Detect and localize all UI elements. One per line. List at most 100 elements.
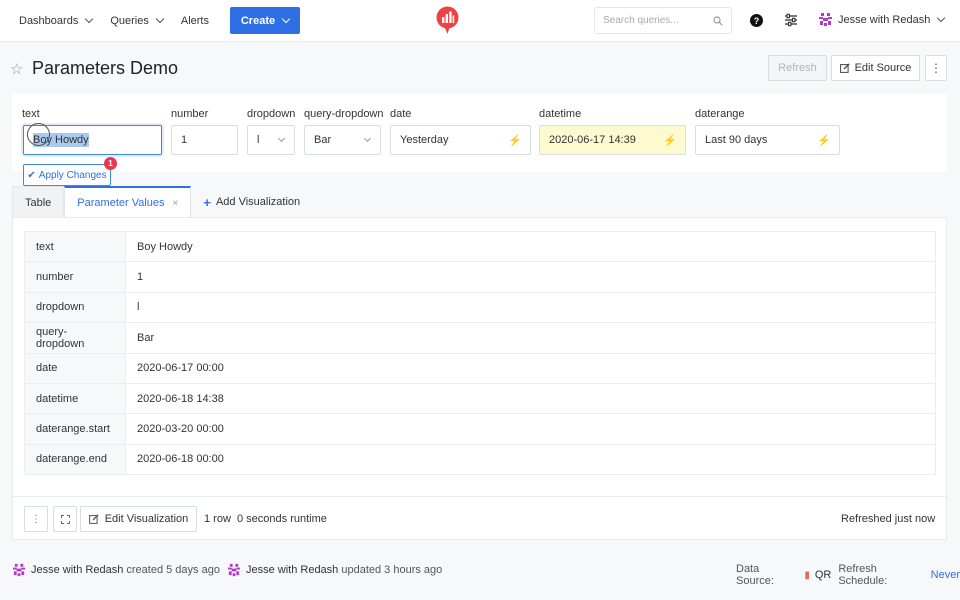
expand-icon — [60, 514, 70, 524]
table-row: dropdown l — [24, 291, 936, 324]
vertical-dots-icon: ⋮ — [930, 61, 942, 75]
edit-visualization-button[interactable]: Edit Visualization — [80, 506, 197, 532]
param-datetime-input[interactable]: 2020-06-17 14:39 ⚡ — [539, 125, 686, 155]
edit-icon — [88, 514, 99, 524]
search-icon[interactable] — [713, 15, 723, 26]
data-source-icon: ▮ — [804, 569, 810, 581]
created-time: created 5 days ago — [126, 564, 220, 576]
nav-queries[interactable]: Queries — [101, 0, 172, 42]
param-label-date: date — [390, 108, 412, 120]
table-row: text Boy Howdy — [24, 230, 936, 263]
row-key: daterange.end — [24, 443, 126, 476]
parameters-panel: text Boy Howdy number 1 dropdown l query… — [12, 94, 947, 186]
query-source-info: Data Source: ▮ QR Refresh Schedule: Neve… — [736, 563, 960, 587]
add-visualization-button[interactable]: + Add Visualization — [191, 186, 312, 218]
nav-dashboards-label: Dashboards — [19, 14, 79, 27]
row-value: Bar — [125, 322, 936, 354]
avatar — [818, 12, 833, 27]
row-value: Boy Howdy — [125, 230, 936, 263]
close-icon[interactable]: × — [173, 198, 179, 209]
runtime-info: 1 row 0 seconds runtime — [204, 513, 327, 525]
fullscreen-button[interactable] — [53, 506, 77, 532]
vertical-dots-icon: ⋮ — [31, 513, 41, 525]
row-key: date — [24, 352, 126, 384]
data-source-label: Data Source: — [736, 563, 774, 587]
row-value: 1 — [125, 261, 936, 293]
help-icon[interactable]: ? — [750, 14, 763, 27]
row-value: 2020-06-18 14:38 — [125, 382, 936, 415]
param-label-number: number — [171, 108, 209, 120]
user-menu[interactable]: Jesse with Redash — [818, 12, 946, 27]
edit-source-label: Edit Source — [854, 62, 912, 74]
param-label-query-dropdown: query-dropdown — [304, 108, 384, 120]
chevron-down-icon — [281, 14, 291, 24]
row-key: daterange.start — [24, 413, 126, 445]
top-navbar: Dashboards Queries Alerts Create — [0, 0, 960, 42]
edit-visualization-label: Edit Visualization — [104, 513, 189, 525]
edit-icon — [839, 63, 850, 73]
table-row: number 1 — [24, 261, 936, 293]
chevron-down-icon — [85, 14, 94, 24]
edit-source-button[interactable]: Edit Source — [831, 55, 920, 81]
results-footer: ⋮ Edit Visualization 1 row 0 seconds run… — [13, 496, 946, 540]
param-query-dropdown-select[interactable]: Bar — [304, 125, 381, 155]
tab-parameter-values[interactable]: Parameter Values × — [64, 186, 192, 218]
changes-count-badge: 1 — [104, 157, 117, 170]
chevron-down-icon — [155, 14, 165, 24]
create-label: Create — [240, 14, 276, 27]
tab-parameter-values-label: Parameter Values — [77, 197, 165, 209]
plus-icon: + — [203, 194, 211, 210]
nav-alerts[interactable]: Alerts — [172, 0, 218, 42]
mouse-cursor-icon — [27, 123, 50, 146]
updater-name: Jesse with Redash — [245, 564, 339, 576]
dynamic-value-icon[interactable]: ⚡ — [663, 134, 677, 147]
chevron-down-icon — [363, 134, 372, 143]
table-row: daterange.end 2020-06-18 00:00 — [24, 443, 936, 476]
more-options-button[interactable]: ⋮ — [925, 55, 947, 81]
param-daterange-value: Last 90 days — [705, 134, 768, 146]
create-button[interactable]: Create — [229, 7, 300, 34]
favorite-star-icon[interactable]: ☆ — [10, 60, 23, 78]
parameter-values-table: text Boy Howdy number 1 dropdown l query-dr… — [24, 230, 936, 476]
refresh-label: Refresh — [778, 62, 817, 74]
param-query-dropdown-value: Bar — [314, 134, 332, 146]
param-datetime-value: 2020-06-17 14:39 — [549, 134, 636, 146]
dynamic-value-icon[interactable]: ⚡ — [508, 134, 522, 147]
param-label-text: text — [22, 108, 40, 120]
search-input[interactable] — [603, 15, 713, 26]
row-key: number — [24, 261, 126, 293]
search-box — [594, 7, 732, 34]
chevron-down-icon — [277, 134, 286, 143]
param-label-dropdown: dropdown — [247, 108, 296, 120]
table-row: date 2020-06-17 00:00 — [24, 352, 936, 384]
nav-dashboards[interactable]: Dashboards — [0, 0, 101, 42]
viz-options-button[interactable]: ⋮ — [24, 506, 48, 532]
refresh-schedule-label: Refresh Schedule: — [838, 563, 888, 587]
param-dropdown-value: l — [257, 134, 260, 146]
row-key: datetime — [24, 382, 126, 415]
visualization-tabs: Table Parameter Values × + Add Visualizati… — [12, 186, 312, 218]
row-value: l — [125, 291, 936, 324]
refresh-schedule-link[interactable]: Never — [931, 569, 960, 581]
refresh-button[interactable]: Refresh — [768, 55, 827, 81]
table-row: datetime 2020-06-18 14:38 — [24, 382, 936, 415]
nav-alerts-label: Alerts — [180, 14, 209, 27]
row-key: text — [24, 230, 126, 263]
dynamic-value-icon[interactable]: ⚡ — [817, 134, 831, 147]
avatar — [12, 563, 26, 577]
param-date-input[interactable]: Yesterday ⚡ — [390, 125, 531, 155]
param-daterange-input[interactable]: Last 90 days ⚡ — [695, 125, 840, 155]
creator-name: Jesse with Redash — [31, 564, 124, 576]
row-value: 2020-06-18 00:00 — [125, 443, 936, 476]
param-number-value: 1 — [181, 134, 188, 146]
redash-logo-icon[interactable] — [436, 6, 459, 34]
updated-time: updated 3 hours ago — [341, 564, 443, 576]
settings-sliders-icon[interactable] — [784, 13, 798, 27]
apply-changes-button[interactable]: ✔ Apply Changes — [23, 164, 111, 186]
param-number-input[interactable]: 1 — [171, 125, 238, 155]
row-value: 2020-03-20 00:00 — [125, 413, 936, 445]
results-card: text Boy Howdy number 1 dropdown l query-dr… — [12, 217, 947, 540]
table-row: query-dropdown Bar — [24, 322, 936, 354]
param-dropdown-select[interactable]: l — [247, 125, 295, 155]
tab-table[interactable]: Table — [12, 186, 65, 218]
